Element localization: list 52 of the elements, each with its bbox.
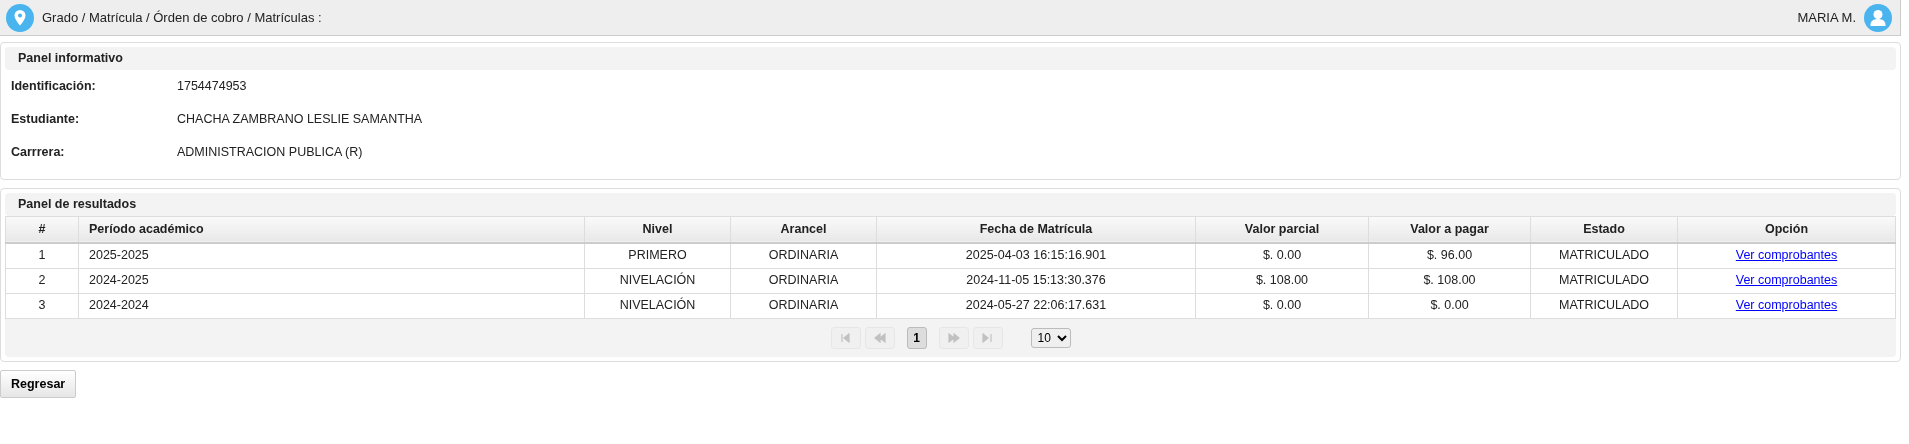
user-avatar-icon[interactable]: [1864, 3, 1892, 32]
skip-last-icon: [981, 332, 994, 343]
table-cell: 2024-11-05 15:13:30.376: [876, 268, 1196, 293]
column-header: #: [5, 216, 79, 243]
skip-first-icon: [839, 332, 852, 343]
field-label: Estudiante:: [11, 110, 81, 128]
column-header: Período académico: [78, 216, 585, 243]
column-header: Nivel: [584, 216, 731, 243]
column-header: Opción: [1677, 216, 1896, 243]
table-cell: 2: [5, 268, 79, 293]
panel-title: Panel informativo: [5, 47, 1896, 70]
fast-forward-icon: [947, 332, 960, 343]
table-cell: MATRICULADO: [1530, 243, 1678, 268]
table-cell: NIVELACIÓN: [584, 268, 731, 293]
field-label: Identificación:: [11, 77, 97, 95]
field-label: Carrrera:: [11, 143, 66, 161]
column-header: Arancel: [730, 216, 877, 243]
column-header: Estado: [1530, 216, 1678, 243]
table-cell: PRIMERO: [584, 243, 731, 268]
field-value: ADMINISTRACION PUBLICA (R): [177, 143, 363, 161]
table-cell: $. 0.00: [1195, 243, 1369, 268]
column-header: Valor parcial: [1195, 216, 1369, 243]
table-cell: NIVELACIÓN: [584, 293, 731, 318]
page-button[interactable]: 1: [906, 326, 927, 349]
field-value: 1754474953: [177, 77, 247, 95]
table-cell: ORDINARIA: [730, 293, 877, 318]
table-cell: $. 108.00: [1368, 268, 1531, 293]
table-cell: $. 96.00: [1368, 243, 1531, 268]
page-size-select[interactable]: 10: [1030, 327, 1071, 348]
breadcrumb: Grado / Matrícula / Órden de cobro / Matrículas :: [42, 8, 322, 27]
table-cell: 2025-04-03 16:15:16.901: [876, 243, 1196, 268]
table-cell: 2025-2025: [78, 243, 585, 268]
location-pin-icon: [6, 3, 34, 32]
field-value: CHACHA ZAMBRANO LESLIE SAMANTHA: [177, 110, 423, 128]
rewind-icon: [873, 332, 886, 343]
table-cell: ORDINARIA: [730, 268, 877, 293]
table-cell: MATRICULADO: [1530, 293, 1678, 318]
table-cell: $. 0.00: [1368, 293, 1531, 318]
table-cell: ORDINARIA: [730, 243, 877, 268]
table-cell: 1: [5, 243, 79, 268]
table-cell: MATRICULADO: [1530, 268, 1678, 293]
table-cell: 2024-2024: [78, 293, 585, 318]
table-cell: $. 0.00: [1195, 293, 1369, 318]
table-cell: 3: [5, 293, 79, 318]
table-cell: $. 108.00: [1195, 268, 1369, 293]
column-header: Fecha de Matrícula: [876, 216, 1196, 243]
column-header: Valor a pagar: [1368, 216, 1531, 243]
table-cell: 2024-2025: [78, 268, 585, 293]
user-name: MARIA M.: [1797, 8, 1856, 27]
table-cell: 2024-05-27 22:06:17.631: [876, 293, 1196, 318]
back-button[interactable]: Regresar: [0, 369, 77, 399]
panel-title: Panel de resultados: [5, 192, 1896, 216]
